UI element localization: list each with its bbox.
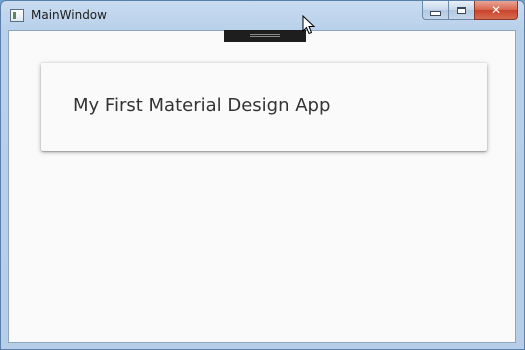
- title-bar[interactable]: MainWindow ✕: [1, 1, 524, 30]
- maximize-icon: [457, 6, 466, 14]
- card-title: My First Material Design App: [73, 95, 331, 116]
- title-card: My First Material Design App: [41, 63, 487, 151]
- caption-buttons: ✕: [422, 1, 518, 21]
- minimize-icon: [430, 10, 441, 16]
- close-button[interactable]: ✕: [474, 1, 518, 20]
- client-area: My First Material Design App: [8, 30, 516, 343]
- runtime-tools-tab[interactable]: [224, 30, 306, 42]
- close-icon: ✕: [490, 3, 502, 17]
- main-window: MainWindow ✕ My First Material Design Ap…: [0, 0, 525, 350]
- window-title: MainWindow: [31, 8, 107, 22]
- mouse-cursor-icon: [302, 15, 316, 35]
- window-icon[interactable]: [10, 9, 24, 22]
- maximize-button[interactable]: [448, 1, 474, 20]
- minimize-button[interactable]: [422, 1, 448, 20]
